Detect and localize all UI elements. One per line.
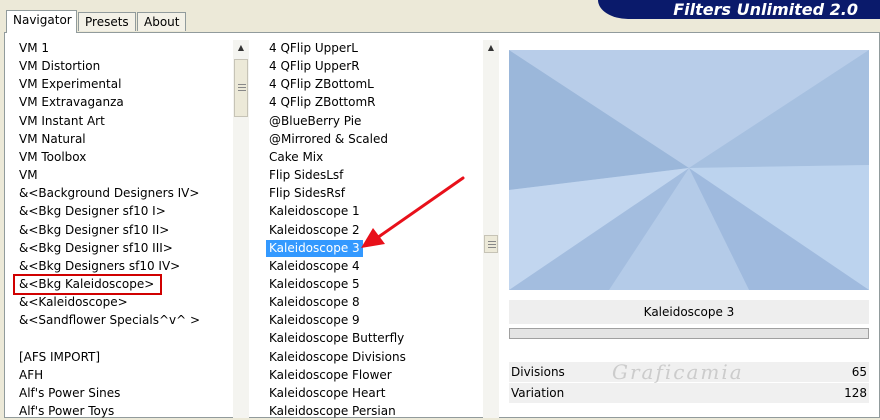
filter-list-item[interactable]: Kaleidoscope 2 [266, 222, 363, 239]
filter-list-item[interactable]: Kaleidoscope Divisions [266, 349, 409, 366]
filter-list-item[interactable]: 4 QFlip UpperL [266, 40, 361, 57]
category-list-item[interactable]: VM Distortion [16, 58, 103, 75]
category-list-item[interactable]: Alf's Power Toys [16, 403, 117, 420]
category-list-item[interactable]: Alf's Power Sines [16, 385, 123, 402]
preview-image [509, 50, 869, 290]
tab-navigator[interactable]: Navigator [6, 10, 77, 33]
param-label: Variation [511, 386, 565, 400]
filter-list-item[interactable]: Kaleidoscope Persian [266, 403, 399, 420]
category-list-item[interactable]: AFH [16, 367, 46, 384]
filter-list-item[interactable]: Cake Mix [266, 149, 326, 166]
category-list-item[interactable]: &<Sandflower Specials^v^ > [16, 312, 203, 329]
category-scroll-thumb[interactable] [234, 59, 248, 117]
filter-list-item[interactable]: Kaleidoscope 5 [266, 276, 363, 293]
filter-list-item[interactable]: Kaleidoscope Flower [266, 367, 395, 384]
param-row-variation[interactable]: Variation 128 [509, 383, 869, 403]
category-list-item[interactable]: VM 1 [16, 40, 52, 57]
filter-list-item[interactable]: Flip SidesLsf [266, 167, 346, 184]
category-list-item[interactable]: &<Background Designers IV> [16, 185, 202, 202]
category-scrollbar[interactable]: ▲ [233, 40, 249, 418]
category-list-item[interactable]: &<Bkg Designer sf10 III> [16, 240, 176, 257]
filter-list-item[interactable]: Kaleidoscope 1 [266, 203, 363, 220]
category-list-item[interactable]: VM Experimental [16, 76, 124, 93]
category-list-item[interactable]: VM Extravaganza [16, 94, 127, 111]
param-label: Divisions [511, 365, 565, 379]
filter-scrollbar[interactable]: ▲ [483, 40, 499, 418]
tab-presets[interactable]: Presets [78, 12, 136, 31]
filter-list-item[interactable]: 4 QFlip UpperR [266, 58, 363, 75]
scroll-up-icon[interactable]: ▲ [483, 40, 499, 56]
category-list-item[interactable]: VM Natural [16, 131, 89, 148]
param-value: 65 [851, 365, 867, 379]
brand-banner: Filters Unlimited 2.0 [598, 0, 880, 19]
category-list-item[interactable] [16, 330, 22, 347]
category-list-item[interactable]: &<Bkg Designer sf10 II> [16, 222, 172, 239]
filter-list-item[interactable]: Kaleidoscope 9 [266, 312, 363, 329]
filter-list-item[interactable]: Flip SidesRsf [266, 185, 348, 202]
category-list-item[interactable]: VM [16, 167, 41, 184]
progress-bar [509, 328, 869, 339]
annotation-arrow-icon [361, 176, 465, 248]
category-list-item[interactable]: &<Bkg Designer sf10 I> [16, 203, 169, 220]
selected-filter-title: Kaleidoscope 3 [509, 300, 869, 324]
tab-about[interactable]: About [137, 12, 186, 31]
filter-list-item[interactable]: 4 QFlip ZBottomR [266, 94, 378, 111]
category-list[interactable]: VM 1 VM Distortion VM Experimental VM Extra… [16, 40, 230, 418]
scroll-up-icon[interactable]: ▲ [233, 40, 249, 56]
category-highlight-box [13, 274, 162, 295]
filter-list-item[interactable]: Kaleidoscope Butterfly [266, 330, 407, 347]
category-list-item[interactable]: [AFS IMPORT] [16, 349, 103, 366]
filter-list-item[interactable]: Kaleidoscope 4 [266, 258, 363, 275]
filter-list-item[interactable]: Kaleidoscope 3 [266, 239, 363, 257]
watermark: Graficamia [612, 360, 744, 384]
filter-list-item[interactable]: @BlueBerry Pie [266, 113, 364, 130]
filter-list-item[interactable]: 4 QFlip ZBottomL [266, 76, 377, 93]
category-list-item[interactable]: &<Bkg Designers sf10 IV> [16, 258, 183, 275]
category-list-item[interactable]: VM Toolbox [16, 149, 89, 166]
category-list-item[interactable]: &<Kaleidoscope> [16, 294, 131, 311]
param-value: 128 [844, 386, 867, 400]
filter-list-item[interactable]: Kaleidoscope Heart [266, 385, 388, 402]
filter-list-item[interactable]: Kaleidoscope 8 [266, 294, 363, 311]
filter-list-item[interactable]: @Mirrored & Scaled [266, 131, 391, 148]
category-list-item[interactable]: VM Instant Art [16, 113, 108, 130]
filter-scroll-thumb[interactable] [484, 235, 498, 253]
